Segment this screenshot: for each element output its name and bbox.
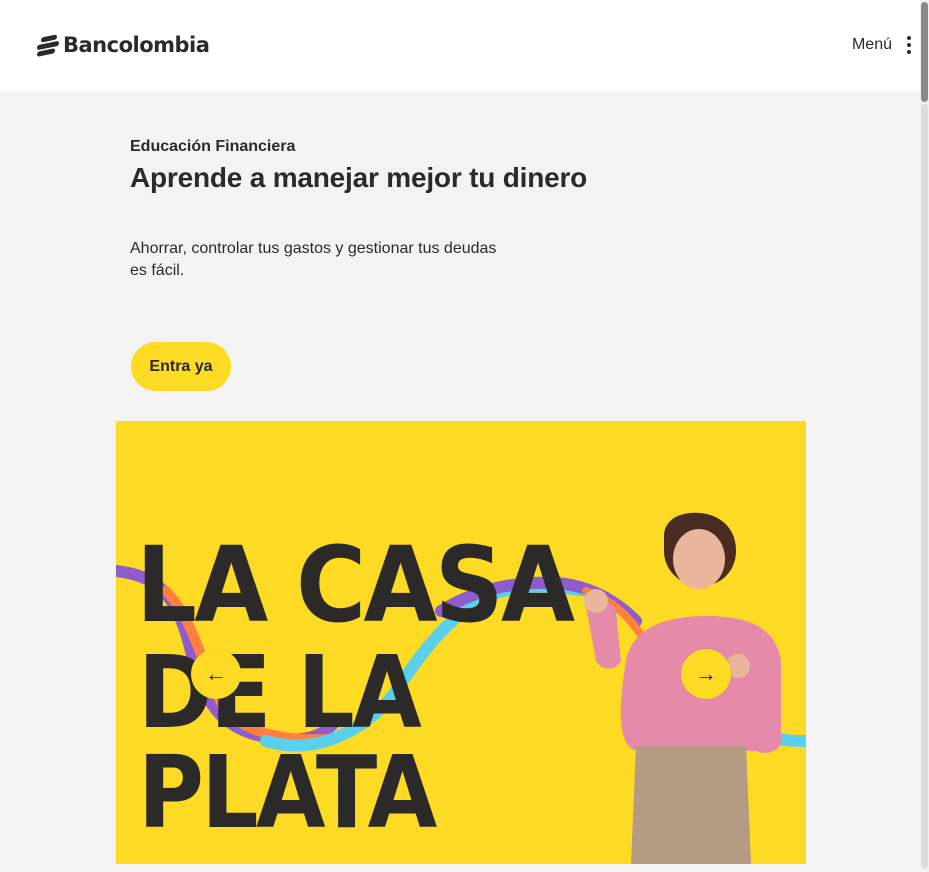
menu-label: Menú (851, 36, 892, 53)
carousel-prev-button[interactable]: ← (191, 649, 241, 699)
bancolombia-logo-icon (37, 34, 59, 57)
scrollbar-track (921, 104, 928, 868)
arrow-right-icon: → (695, 661, 717, 686)
enter-button[interactable]: Entra ya (131, 342, 231, 391)
promo-banner[interactable]: LA CASA DE LA PLATA ← → (116, 421, 806, 864)
hero-eyebrow: Educación Financiera (130, 138, 296, 155)
brand-name: Bancolombia (63, 33, 210, 57)
hero-card: Educación Financiera Aprende a manejar m… (116, 137, 806, 421)
banner-headline-line1: LA CASA (136, 524, 575, 646)
bancolombia-logo[interactable]: Bancolombia (37, 32, 210, 58)
site-header: Bancolombia Menú (0, 0, 920, 91)
more-vertical-icon (906, 36, 912, 54)
page-scrollbar[interactable] (920, 0, 929, 872)
hero-title: Aprende a manejar mejor tu dinero (130, 162, 588, 193)
menu-button[interactable]: Menú (852, 36, 912, 54)
scrollbar-thumb[interactable] (921, 2, 928, 102)
arrow-left-icon: ← (205, 661, 227, 686)
carousel-next-button[interactable]: → (681, 649, 731, 699)
hero-description: Ahorrar, controlar tus gastos y gestiona… (130, 240, 497, 279)
